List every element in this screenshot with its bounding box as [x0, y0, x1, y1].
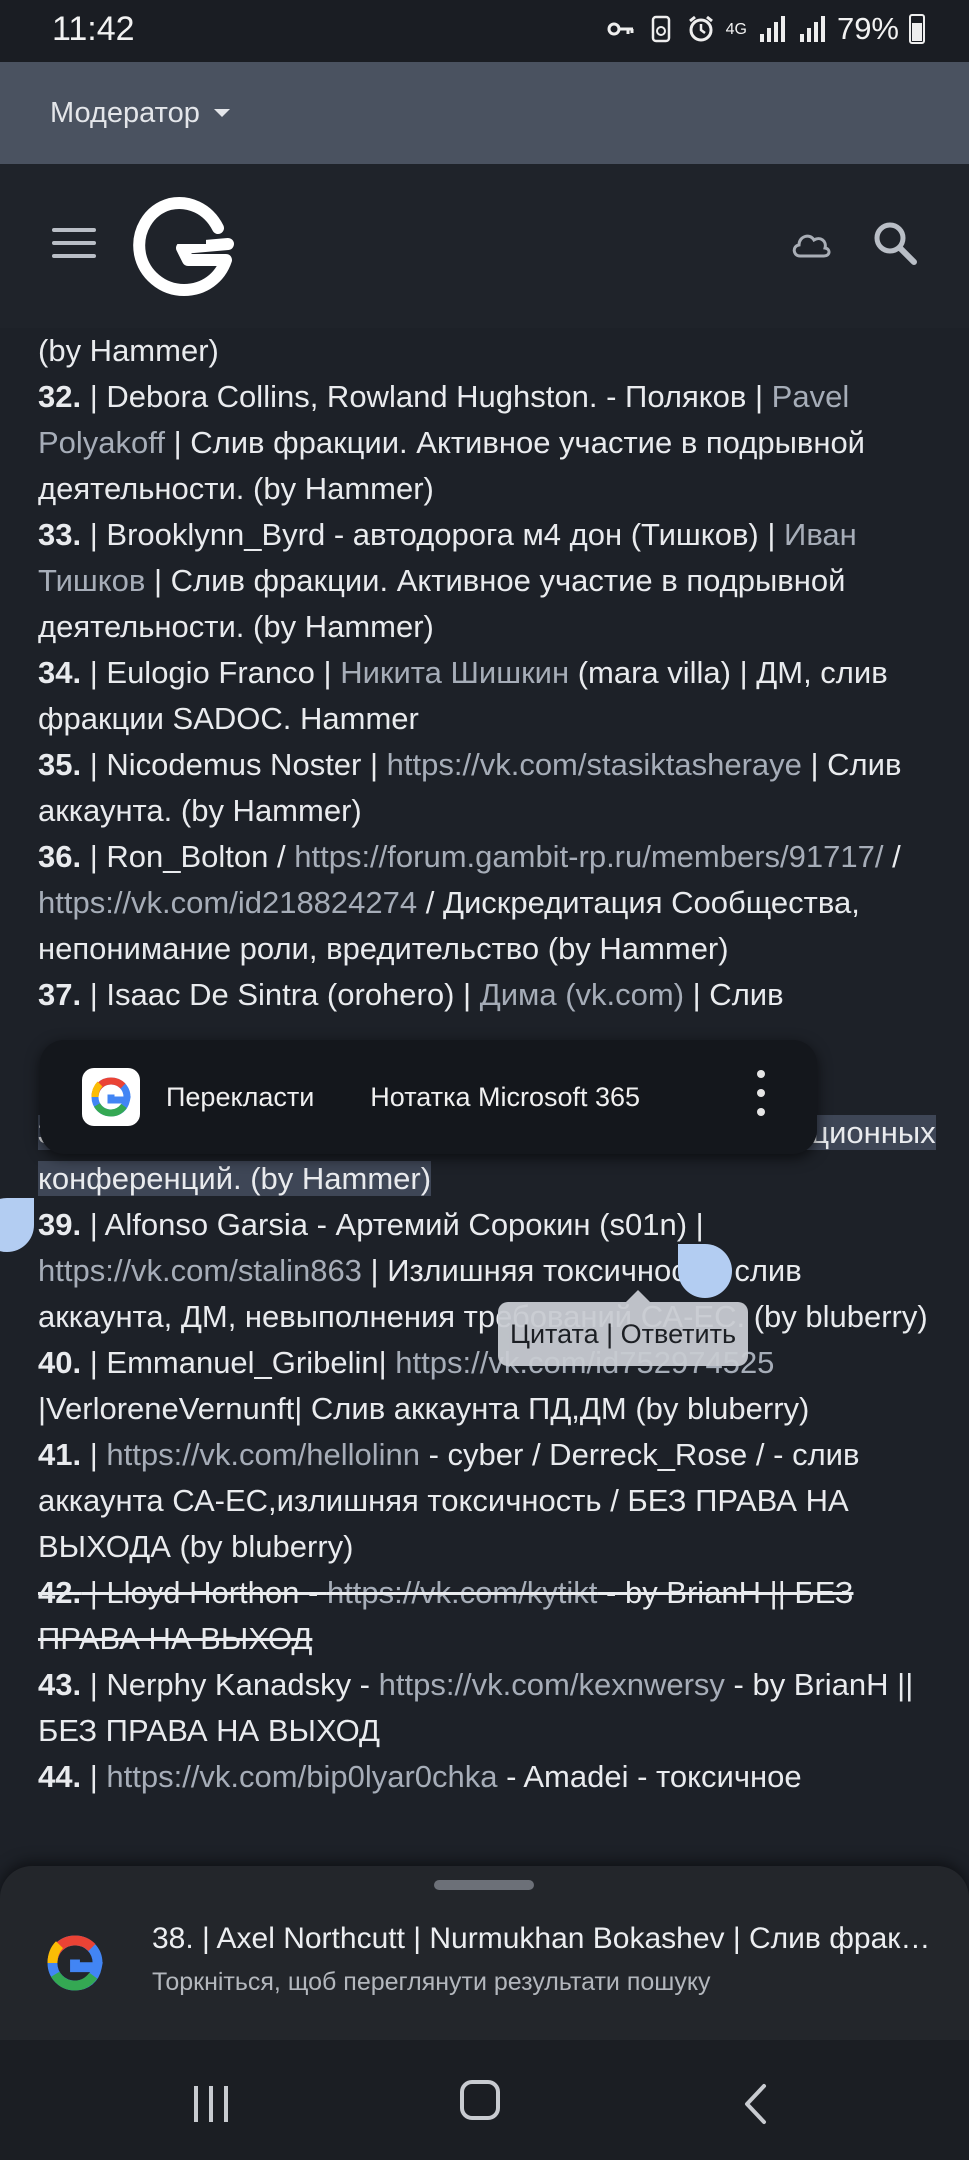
entry-link[interactable]: Никита Шишкин	[340, 655, 569, 690]
post-entry: 36. | Ron_Bolton / https://forum.gambit-…	[38, 834, 938, 972]
app-header	[0, 164, 969, 328]
entry-number: 33.	[38, 517, 82, 552]
post-entry: 35. | Nicodemus Noster | https://vk.com/…	[38, 742, 938, 834]
status-icons: 4G 79%	[606, 11, 925, 47]
entry-number: 32.	[38, 379, 82, 414]
entry-text: |VerloreneVernunft| Слив аккаунта ПД,ДМ …	[38, 1391, 810, 1426]
status-bar: 11:42 4G 79%	[0, 0, 969, 62]
quote-separator: |	[598, 1318, 621, 1349]
post-entry: 41. | https://vk.com/hellolinn - cyber /…	[38, 1432, 938, 1570]
entry-text: /	[883, 839, 901, 874]
entry-number: 44.	[38, 1759, 82, 1794]
post-entry: 43. | Nerphy Kanadsky - https://vk.com/k…	[38, 1662, 938, 1754]
vpn-key-icon	[607, 22, 634, 36]
selection-handle-end[interactable]	[678, 1244, 732, 1298]
entry-text: (by Hammer)	[38, 333, 219, 368]
translate-action[interactable]: Перекласти	[166, 1082, 314, 1113]
entry-number: 37.	[38, 977, 82, 1012]
entry-number: 34.	[38, 655, 82, 690]
entry-text: | Nerphy Kanadsky -	[81, 1667, 379, 1702]
entry-number: 41.	[38, 1437, 82, 1472]
entry-link[interactable]: https://vk.com/hellolinn	[106, 1437, 420, 1472]
microsoft-note-action[interactable]: Нотатка Microsoft 365	[370, 1082, 640, 1113]
signal-icon	[759, 16, 785, 42]
post-entry: (by Hammer)	[38, 328, 938, 374]
search-query-text: 38. | Axel Northcutt | Nurmukhan Bokashe…	[152, 1922, 932, 1955]
google-icon[interactable]	[82, 1068, 140, 1126]
entry-text: | Brooklynn_Byrd - автодорога м4 дон (Ти…	[81, 517, 785, 552]
alarm-icon	[688, 15, 713, 42]
recents-icon[interactable]	[190, 2084, 234, 2124]
battery-icon	[909, 14, 925, 44]
quote-button[interactable]: Цитата	[510, 1319, 599, 1350]
entry-text: | Ron_Bolton /	[81, 839, 295, 874]
text-selection-toolbar: Перекласти Нотатка Microsoft 365	[40, 1040, 817, 1154]
cloud-icon[interactable]	[790, 228, 832, 262]
entry-link[interactable]: https://vk.com/kytikt	[327, 1575, 597, 1610]
battery-percent: 79%	[836, 11, 899, 46]
entry-text: 1n) |	[642, 1207, 704, 1242]
entry-text: | Debora Collins, Rowland Hughston. - По…	[81, 379, 772, 414]
google-search-sheet[interactable]: 38. | Axel Northcutt | Nurmukhan Bokashe…	[0, 1866, 969, 2040]
entry-number: 40.	[38, 1345, 82, 1380]
moderator-bar: Модератор	[0, 62, 969, 164]
entry-number: 35.	[38, 747, 82, 782]
network-type: 4G	[725, 20, 747, 38]
post-entry: 39. | Alfonso Garsia - Артемий Сорокин (…	[38, 1202, 938, 1340]
moderator-label: Модератор	[50, 96, 200, 129]
entry-link[interactable]: https://vk.com/id218824274	[38, 885, 417, 920]
entry-number: 43.	[38, 1667, 82, 1702]
quote-reply-tooltip: Цитата | Ответить	[498, 1290, 749, 1366]
back-icon[interactable]	[742, 2082, 768, 2126]
navigation-bar	[0, 2040, 969, 2160]
home-icon[interactable]	[460, 2080, 500, 2120]
entry-link[interactable]: Дима (vk.com)	[480, 977, 684, 1012]
entry-text: |	[81, 1759, 107, 1794]
post-entry: 34. | Eulogio Franco | Никита Шишкин (ma…	[38, 650, 938, 742]
post-entry: 42. | Lloyd Horthon - https://vk.com/kyt…	[38, 1570, 938, 1662]
entry-text: | Eulogio Franco |	[81, 655, 341, 690]
entry-text: | Alfonso Garsia - Артемий Сорокин (s0	[81, 1207, 643, 1242]
entry-text: - Amadei - токсичное	[497, 1759, 802, 1794]
post-entry: 44. | https://vk.com/bip0lyar0chka - Ama…	[38, 1754, 938, 1800]
post-entry: 40. | Emmanuel_Gribelin| https://vk.com/…	[38, 1340, 938, 1432]
moderator-dropdown[interactable]: Модератор	[50, 97, 230, 130]
signal-icon-2	[799, 16, 825, 42]
entry-number: 36.	[38, 839, 82, 874]
post-entry: 33. | Brooklynn_Byrd - автодорога м4 дон…	[38, 512, 938, 650]
more-vert-icon[interactable]	[757, 1070, 767, 1127]
entry-link[interactable]: https://vk.com/kexnwersy	[379, 1667, 725, 1702]
entry-number: 42.	[38, 1575, 82, 1610]
entry-text: | Слив	[684, 977, 784, 1012]
entry-link[interactable]: https://vk.com/stalin863	[38, 1253, 362, 1288]
entry-text: | Nicodemus Noster |	[81, 747, 387, 782]
recycle-icon	[651, 15, 670, 43]
reply-button[interactable]: Ответить	[621, 1319, 736, 1350]
selection-handle-start[interactable]	[0, 1198, 34, 1252]
entry-text: | Isaac De Sintra (orohero) |	[81, 977, 480, 1012]
sheet-grab-handle[interactable]	[434, 1880, 534, 1890]
entry-text: | Слив фракции. Активное участие в подры…	[38, 563, 846, 644]
entry-text: | Emmanuel_Gribelin|	[81, 1345, 396, 1380]
entry-text: |	[81, 1437, 107, 1472]
menu-icon[interactable]	[52, 228, 96, 262]
entry-text: | Lloyd Horthon -	[81, 1575, 327, 1610]
search-icon[interactable]	[872, 220, 918, 266]
entry-link[interactable]: https://vk.com/stasiktasheraye	[387, 747, 802, 782]
google-g-icon	[47, 1935, 103, 1991]
entry-link[interactable]: https://vk.com/bip0lyar0chka	[106, 1759, 497, 1794]
chevron-down-icon	[213, 109, 230, 117]
entry-link[interactable]: https://forum.gambit-rp.ru/members/91717…	[294, 839, 883, 874]
gambit-logo[interactable]	[130, 194, 234, 298]
post-entry: 37. | Isaac De Sintra (orohero) | Дима (…	[38, 972, 938, 1018]
status-time: 11:42	[52, 10, 135, 48]
entry-number: 39.	[38, 1207, 82, 1242]
post-entry: 32. | Debora Collins, Rowland Hughston. …	[38, 374, 938, 512]
search-hint: Торкніться, щоб переглянути результати п…	[152, 1968, 711, 1996]
